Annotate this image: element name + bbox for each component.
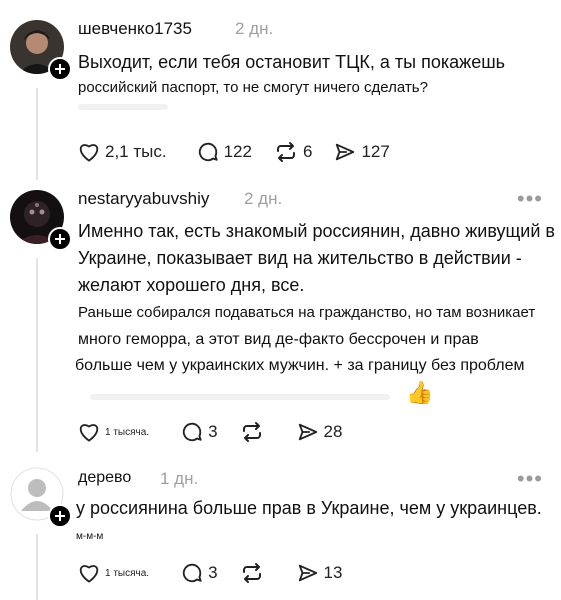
action-bar: 1 тысяча. 3 13 <box>78 560 364 586</box>
heart-icon <box>79 424 99 442</box>
comment-bubble-icon <box>198 142 218 162</box>
post-derevo: дерево 1 дн. ••• у россиянина больше пра… <box>0 452 561 600</box>
send-icon <box>298 564 317 582</box>
post-nestaryyabuvshiy: nestaryyabuvshiy 2 дн. ••• Именно так, е… <box>0 180 561 452</box>
post-text-line: Именно так, есть знакомый россиянин, дав… <box>78 221 555 241</box>
reply-button[interactable]: 122 <box>197 141 252 163</box>
repost-arrows-icon <box>276 142 295 162</box>
send-icon <box>298 423 317 441</box>
like-count: 1 тысяча. <box>105 567 150 579</box>
repost-arrows-icon <box>242 422 261 442</box>
heart-icon <box>79 144 99 162</box>
like-count: 2,1 тыс. <box>105 142 167 161</box>
thumbs-up-emoji: 👍 <box>406 380 434 405</box>
comment-bubble-icon <box>182 422 202 442</box>
timestamp: 2 дн. <box>235 19 274 38</box>
post-shevchenko: шевченко1735 2 дн. Выходит, если тебя ос… <box>0 0 561 180</box>
more-horizontal-icon[interactable]: ••• <box>517 188 543 210</box>
like-button[interactable]: 1 тысяча. <box>78 422 149 442</box>
faded-text-placeholder <box>78 104 168 110</box>
repost-button[interactable] <box>240 421 269 443</box>
reply-count: 3 <box>208 422 218 441</box>
post-text-line: желают хорошего дня, все. <box>78 275 305 295</box>
thread-line <box>36 534 38 600</box>
username[interactable]: шевченко1735 <box>78 19 192 39</box>
post-text-line: Украине, показывает вид на жительство в … <box>78 248 522 268</box>
action-bar: 1 тысяча. 3 28 <box>78 419 364 445</box>
post-text-line: м-м-м <box>76 531 104 542</box>
share-count: 127 <box>361 142 390 161</box>
heart-icon <box>79 565 99 583</box>
follow-plus-icon[interactable] <box>48 57 72 81</box>
repost-button[interactable] <box>240 562 269 584</box>
share-button[interactable]: 127 <box>334 141 390 163</box>
reply-button[interactable]: 3 <box>181 421 218 443</box>
send-icon <box>336 143 355 161</box>
username[interactable]: nestaryyabuvshiy <box>78 189 209 209</box>
post-text-line: много геморра, а этот вид де-факто бесср… <box>78 331 479 348</box>
username[interactable]: дерево <box>78 469 131 487</box>
post-text-line: российский паспорт, то не смогут ничего … <box>78 79 428 96</box>
thread-line <box>36 88 38 180</box>
faded-text-placeholder <box>90 394 390 400</box>
reply-count: 3 <box>208 563 218 582</box>
repost-arrows-icon <box>242 563 261 583</box>
post-text-line: больше чем у украинских мужчин. + за гра… <box>75 357 525 374</box>
repost-button[interactable]: 6 <box>274 141 312 163</box>
share-button[interactable]: 13 <box>297 562 343 584</box>
share-count: 13 <box>323 563 343 582</box>
like-button[interactable]: 1 тысяча. <box>78 563 149 583</box>
post-text-line: у россиянина больше прав в Украине, чем … <box>76 498 542 518</box>
reply-count: 122 <box>223 142 252 161</box>
post-text-line: Раньше собирался подаваться на гражданст… <box>78 304 536 321</box>
reply-button[interactable]: 3 <box>181 562 218 584</box>
action-bar: 2,1 тыс. 122 6 127 <box>78 139 412 165</box>
repost-count: 6 <box>302 142 313 161</box>
timestamp: 1 дн. <box>160 469 199 488</box>
share-count: 28 <box>323 422 343 441</box>
comment-bubble-icon <box>182 563 202 583</box>
follow-plus-icon[interactable] <box>48 504 72 528</box>
follow-plus-icon[interactable] <box>48 227 72 251</box>
thread-line <box>36 258 38 452</box>
share-button[interactable]: 28 <box>297 421 343 443</box>
like-button[interactable]: 2,1 тыс. <box>78 142 167 162</box>
timestamp: 2 дн. <box>244 189 283 208</box>
post-text-line: Выходит, если тебя остановит ТЦК, а ты п… <box>78 52 506 72</box>
more-horizontal-icon[interactable]: ••• <box>517 468 543 490</box>
like-count: 1 тысяча. <box>105 426 150 438</box>
